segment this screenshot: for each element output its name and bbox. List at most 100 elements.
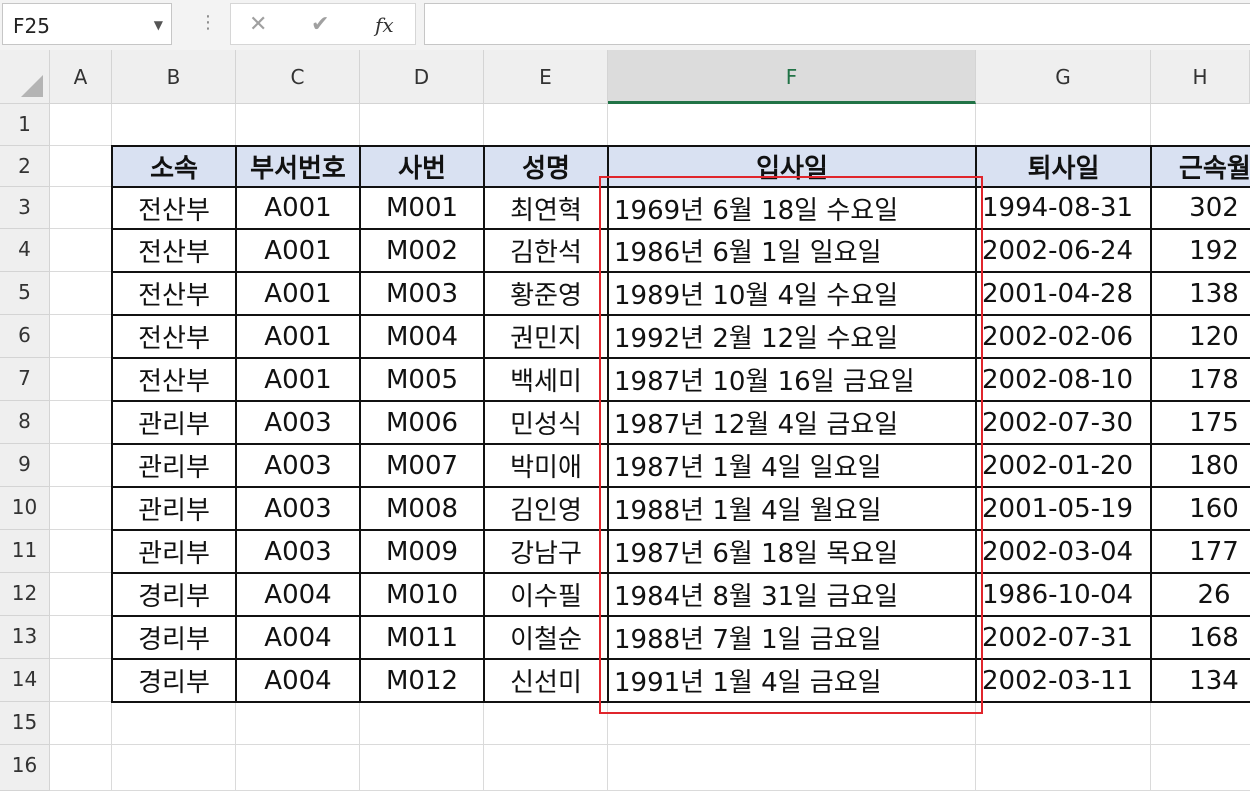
- row-header-8[interactable]: 8: [0, 401, 50, 444]
- column-header-b[interactable]: B: [112, 50, 236, 104]
- table-cell[interactable]: M004: [360, 315, 484, 358]
- table-cell[interactable]: M008: [360, 487, 484, 530]
- enter-icon[interactable]: ✔: [311, 12, 329, 37]
- table-cell[interactable]: 관리부: [112, 487, 236, 530]
- table-cell[interactable]: 신선미: [484, 659, 608, 702]
- column-header-h[interactable]: H: [1151, 50, 1250, 104]
- table-cell[interactable]: 2001-04-28: [976, 272, 1151, 315]
- table-cell[interactable]: A003: [236, 487, 360, 530]
- table-cell[interactable]: 관리부: [112, 444, 236, 487]
- table-cell[interactable]: 168: [1151, 616, 1250, 659]
- table-cell[interactable]: M006: [360, 401, 484, 444]
- row-header-1[interactable]: 1: [0, 104, 50, 146]
- table-cell[interactable]: A001: [236, 272, 360, 315]
- column-header-g[interactable]: G: [976, 50, 1151, 104]
- row-header-7[interactable]: 7: [0, 358, 50, 401]
- table-cell[interactable]: M005: [360, 358, 484, 401]
- table-cell[interactable]: 전산부: [112, 272, 236, 315]
- chevron-down-icon[interactable]: ▼: [154, 18, 163, 32]
- table-cell[interactable]: 전산부: [112, 315, 236, 358]
- table-cell[interactable]: 302: [1151, 187, 1250, 229]
- row-header-10[interactable]: 10: [0, 487, 50, 530]
- table-cell[interactable]: 2002-07-31: [976, 616, 1151, 659]
- table-cell[interactable]: 경리부: [112, 659, 236, 702]
- more-icon[interactable]: ⋮: [182, 3, 222, 45]
- column-header-e[interactable]: E: [484, 50, 608, 104]
- table-cell[interactable]: 2002-06-24: [976, 229, 1151, 272]
- column-header-d[interactable]: D: [360, 50, 484, 104]
- table-cell[interactable]: 134: [1151, 659, 1250, 702]
- table-cell[interactable]: A003: [236, 530, 360, 573]
- row-header-4[interactable]: 4: [0, 229, 50, 272]
- table-cell[interactable]: M010: [360, 573, 484, 616]
- insert-function-icon[interactable]: fx: [375, 13, 394, 37]
- table-cell[interactable]: 관리부: [112, 401, 236, 444]
- table-cell[interactable]: 26: [1151, 573, 1250, 616]
- name-box[interactable]: F25 ▼: [2, 3, 172, 45]
- table-header-cell[interactable]: 소속: [112, 146, 236, 187]
- table-cell[interactable]: 전산부: [112, 229, 236, 272]
- select-all-corner[interactable]: [0, 50, 50, 104]
- table-cell[interactable]: 120: [1151, 315, 1250, 358]
- table-cell[interactable]: 경리부: [112, 616, 236, 659]
- table-cell[interactable]: A004: [236, 659, 360, 702]
- column-header-c[interactable]: C: [236, 50, 360, 104]
- table-cell[interactable]: 경리부: [112, 573, 236, 616]
- table-header-cell[interactable]: 성명: [484, 146, 608, 187]
- table-cell[interactable]: 175: [1151, 401, 1250, 444]
- table-cell[interactable]: A004: [236, 573, 360, 616]
- table-cell[interactable]: M007: [360, 444, 484, 487]
- table-cell[interactable]: A001: [236, 358, 360, 401]
- table-cell[interactable]: M003: [360, 272, 484, 315]
- table-cell[interactable]: 178: [1151, 358, 1250, 401]
- table-cell[interactable]: A001: [236, 315, 360, 358]
- table-cell[interactable]: M009: [360, 530, 484, 573]
- table-header-cell[interactable]: 근속월: [1151, 146, 1250, 187]
- table-cell[interactable]: 192: [1151, 229, 1250, 272]
- table-cell[interactable]: 2002-03-11: [976, 659, 1151, 702]
- table-cell[interactable]: 2001-05-19: [976, 487, 1151, 530]
- table-cell[interactable]: A001: [236, 229, 360, 272]
- table-cell[interactable]: 138: [1151, 272, 1250, 315]
- table-cell[interactable]: 민성식: [484, 401, 608, 444]
- table-cell[interactable]: 최연혁: [484, 187, 608, 229]
- table-cell[interactable]: 권민지: [484, 315, 608, 358]
- cancel-icon[interactable]: ✕: [249, 12, 267, 37]
- table-cell[interactable]: 백세미: [484, 358, 608, 401]
- table-cell[interactable]: 강남구: [484, 530, 608, 573]
- table-cell[interactable]: A001: [236, 187, 360, 229]
- row-header-12[interactable]: 12: [0, 573, 50, 616]
- table-cell[interactable]: 김인영: [484, 487, 608, 530]
- row-header-6[interactable]: 6: [0, 315, 50, 358]
- table-cell[interactable]: 2002-08-10: [976, 358, 1151, 401]
- row-header-16[interactable]: 16: [0, 745, 50, 791]
- table-cell[interactable]: M011: [360, 616, 484, 659]
- table-cell[interactable]: 김한석: [484, 229, 608, 272]
- row-header-5[interactable]: 5: [0, 272, 50, 315]
- table-header-cell[interactable]: 퇴사일: [976, 146, 1151, 187]
- table-cell[interactable]: 180: [1151, 444, 1250, 487]
- table-cell[interactable]: 이철순: [484, 616, 608, 659]
- table-cell[interactable]: 2002-02-06: [976, 315, 1151, 358]
- table-cell[interactable]: A003: [236, 444, 360, 487]
- table-header-cell[interactable]: 부서번호: [236, 146, 360, 187]
- table-cell[interactable]: 황준영: [484, 272, 608, 315]
- table-cell[interactable]: M001: [360, 187, 484, 229]
- table-cell[interactable]: A003: [236, 401, 360, 444]
- table-cell[interactable]: 1994-08-31: [976, 187, 1151, 229]
- table-cell[interactable]: 1986-10-04: [976, 573, 1151, 616]
- table-cell[interactable]: 관리부: [112, 530, 236, 573]
- table-cell[interactable]: 이수필: [484, 573, 608, 616]
- row-header-9[interactable]: 9: [0, 444, 50, 487]
- table-cell[interactable]: 160: [1151, 487, 1250, 530]
- formula-input[interactable]: [424, 3, 1250, 45]
- table-cell[interactable]: 2002-03-04: [976, 530, 1151, 573]
- column-header-f[interactable]: F: [608, 50, 976, 104]
- table-cell[interactable]: M002: [360, 229, 484, 272]
- table-cell[interactable]: 전산부: [112, 358, 236, 401]
- table-header-cell[interactable]: 사번: [360, 146, 484, 187]
- table-cell[interactable]: 박미애: [484, 444, 608, 487]
- table-cell[interactable]: 전산부: [112, 187, 236, 229]
- row-header-2[interactable]: 2: [0, 146, 50, 187]
- table-cell[interactable]: 2002-07-30: [976, 401, 1151, 444]
